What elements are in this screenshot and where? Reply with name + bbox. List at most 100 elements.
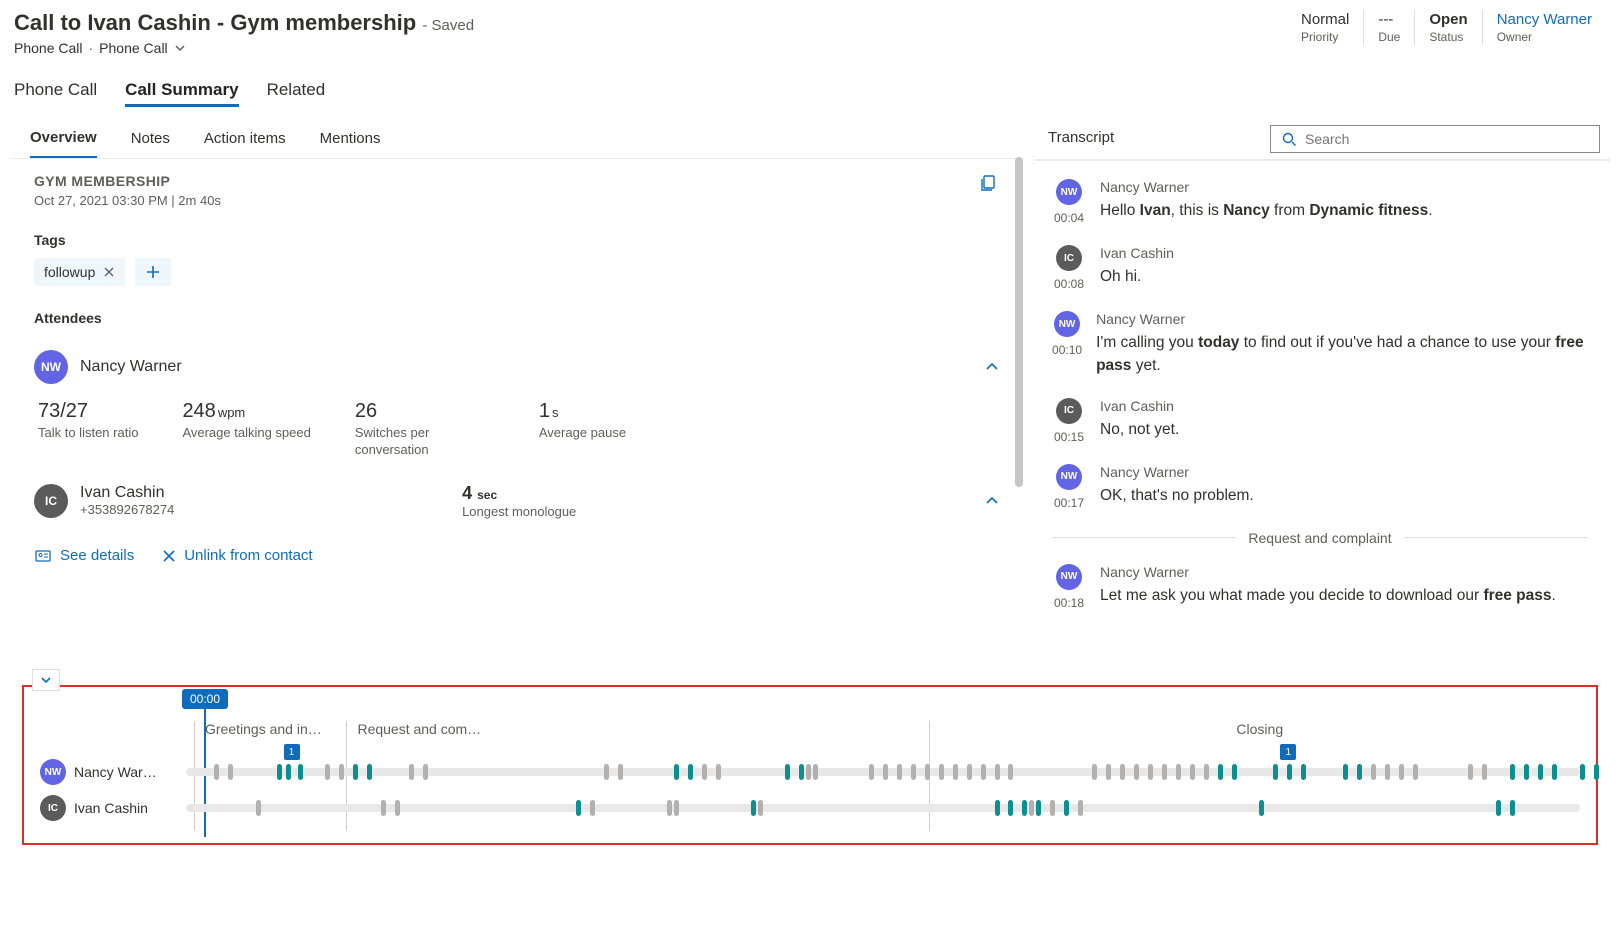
- timeline-tick: [1078, 800, 1083, 816]
- tab-phone-call[interactable]: Phone Call: [14, 80, 97, 107]
- timeline-mention-badge[interactable]: 1: [1280, 744, 1296, 760]
- due-cell[interactable]: --- Due: [1363, 10, 1414, 45]
- timestamp: 00:17: [1054, 496, 1084, 510]
- overview-body: GYM MEMBERSHIP Oct 27, 2021 03:30 PM | 2…: [10, 159, 1024, 679]
- timeline-speaker-nancy: NW Nancy War…: [40, 759, 174, 785]
- transcript-pane: Transcript NW00:04Nancy WarnerHello Ivan…: [1034, 117, 1610, 679]
- copy-icon[interactable]: [978, 173, 998, 193]
- utterance-text: Let me ask you what made you decide to d…: [1100, 584, 1556, 607]
- playhead-time: 00:00: [182, 689, 228, 709]
- timeline-tick: [1524, 764, 1529, 780]
- search-input[interactable]: [1305, 131, 1589, 147]
- timeline-tick: [1120, 764, 1125, 780]
- timeline-tick: [1273, 764, 1278, 780]
- transcript-turn[interactable]: IC00:08Ivan CashinOh hi.: [1052, 245, 1588, 291]
- timeline-tick: [1008, 764, 1013, 780]
- search-icon: [1281, 131, 1297, 147]
- saved-indicator: - Saved: [422, 17, 474, 34]
- transcript-turn[interactable]: NW00:04Nancy WarnerHello Ivan, this is N…: [1052, 179, 1588, 225]
- attendee-nancy-header[interactable]: NW Nancy Warner: [34, 340, 1000, 394]
- timeline-tick: [1134, 764, 1139, 780]
- timeline-tick: [716, 764, 721, 780]
- status-cell[interactable]: Open Status: [1414, 10, 1481, 45]
- priority-cell[interactable]: Normal Priority: [1287, 10, 1363, 45]
- scrollbar[interactable]: [1014, 157, 1024, 679]
- timeline-tick: [353, 764, 358, 780]
- timeline-tick: [1510, 764, 1515, 780]
- timeline-tick: [367, 764, 372, 780]
- avatar: IC: [1056, 245, 1082, 271]
- timeline-tick: [423, 764, 428, 780]
- track-nancy[interactable]: 11: [186, 768, 1580, 776]
- utterance-text: Oh hi.: [1100, 265, 1174, 288]
- search-box[interactable]: [1270, 125, 1600, 153]
- timeline-tick: [277, 764, 282, 780]
- unlink-contact-link[interactable]: Unlink from contact: [162, 547, 312, 564]
- timeline-tick: [806, 764, 811, 780]
- attendee-ivan[interactable]: IC Ivan Cashin +353892678274 4 sec Longe…: [34, 471, 1000, 519]
- timeline-tick: [1050, 800, 1055, 816]
- timeline-tick: [1301, 764, 1306, 780]
- tab-call-summary[interactable]: Call Summary: [125, 80, 238, 107]
- timeline-tick: [813, 764, 818, 780]
- chevron-up-icon[interactable]: [984, 359, 1000, 375]
- attendee-links: See details Unlink from contact: [34, 547, 1000, 565]
- timeline-tick: [298, 764, 303, 780]
- chevron-down-icon: [39, 673, 53, 687]
- transcript-body[interactable]: NW00:04Nancy WarnerHello Ivan, this is N…: [1034, 160, 1610, 679]
- see-details-link[interactable]: See details: [34, 547, 134, 565]
- timeline-tick: [758, 800, 763, 816]
- tab-related[interactable]: Related: [267, 80, 326, 107]
- timeline-tick: [939, 764, 944, 780]
- transcript-turn[interactable]: IC00:15Ivan CashinNo, not yet.: [1052, 398, 1588, 444]
- timeline-tick: [785, 764, 790, 780]
- track-ivan[interactable]: [186, 804, 1580, 812]
- timeline-tick: [911, 764, 916, 780]
- timeline-tick: [1468, 764, 1473, 780]
- breadcrumb-first[interactable]: Phone Call: [14, 40, 83, 56]
- timeline-tick: [339, 764, 344, 780]
- timeline-tick: [1371, 764, 1376, 780]
- timeline-collapse-button[interactable]: [32, 669, 60, 691]
- chevron-up-icon[interactable]: [984, 493, 1000, 509]
- avatar: NW: [1054, 311, 1080, 337]
- scrollbar-thumb[interactable]: [1015, 157, 1023, 487]
- add-tag-button[interactable]: [135, 258, 171, 286]
- subtab-notes[interactable]: Notes: [131, 130, 170, 157]
- close-icon[interactable]: [103, 266, 115, 278]
- timeline-tick: [1176, 764, 1181, 780]
- timeline-row-ivan: IC Ivan Cashin: [40, 795, 1580, 821]
- timeline-tick: [967, 764, 972, 780]
- timeline-tick: [1008, 800, 1013, 816]
- overview-pane: Overview Notes Action items Mentions GYM…: [10, 117, 1024, 679]
- timeline-mention-badge[interactable]: 1: [284, 744, 300, 760]
- subtab-mentions[interactable]: Mentions: [320, 130, 381, 157]
- timestamp: 00:08: [1054, 277, 1084, 291]
- timestamp: 00:04: [1054, 211, 1084, 225]
- subtab-overview[interactable]: Overview: [30, 129, 97, 158]
- speaker-name: Nancy Warner: [1100, 564, 1556, 580]
- tag-followup[interactable]: followup: [34, 258, 125, 286]
- timeline-tick: [688, 764, 693, 780]
- timeline-tick: [1413, 764, 1418, 780]
- timeline-tick: [1343, 764, 1348, 780]
- page-header: Call to Ivan Cashin - Gym membership - S…: [0, 0, 1620, 62]
- avatar-nw: NW: [34, 350, 68, 384]
- timeline-tick: [1218, 764, 1223, 780]
- transcript-turn[interactable]: NW00:17Nancy WarnerOK, that's no problem…: [1052, 464, 1588, 510]
- transcript-turn[interactable]: NW00:18Nancy WarnerLet me ask you what m…: [1052, 564, 1588, 610]
- owner-cell[interactable]: Nancy Warner Owner: [1482, 10, 1606, 45]
- timeline-tick: [1162, 764, 1167, 780]
- chevron-down-icon[interactable]: [174, 42, 186, 54]
- timeline-tick: [869, 764, 874, 780]
- speaker-name: Ivan Cashin: [1100, 398, 1179, 414]
- close-icon: [162, 549, 176, 563]
- timeline-tick: [1538, 764, 1543, 780]
- breadcrumb-second[interactable]: Phone Call: [99, 40, 168, 56]
- transcript-turn[interactable]: NW00:10Nancy WarnerI'm calling you today…: [1052, 311, 1588, 378]
- transcript-title: Transcript: [1048, 129, 1114, 156]
- timeline-tick: [702, 764, 707, 780]
- timeline-tick: [228, 764, 233, 780]
- subtab-action-items[interactable]: Action items: [204, 130, 286, 157]
- avatar-nw-small: NW: [40, 759, 66, 785]
